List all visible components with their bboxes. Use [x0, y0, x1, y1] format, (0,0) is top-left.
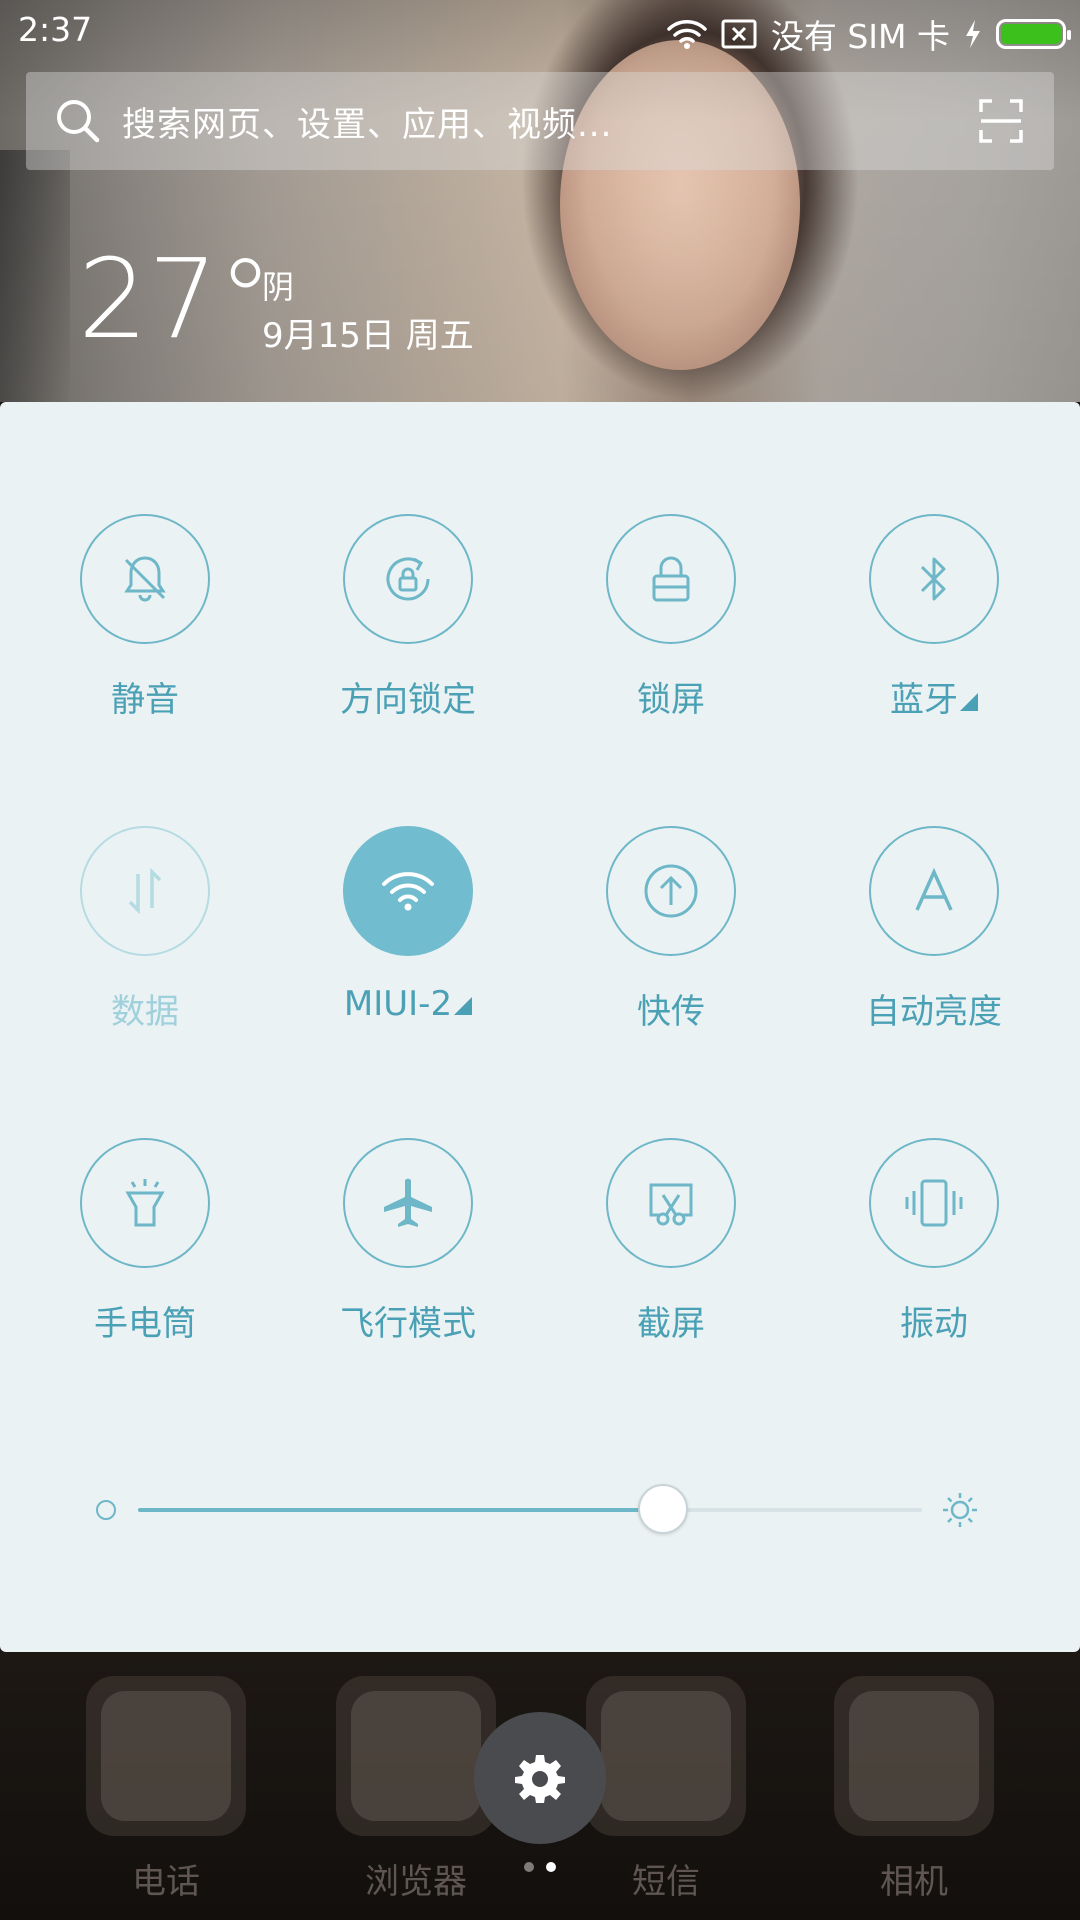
app-label: 短信 — [632, 1862, 700, 1902]
camera-icon — [849, 1691, 979, 1821]
search-icon — [52, 95, 104, 147]
app-label: 浏览器 — [365, 1862, 467, 1902]
brightness-track[interactable] — [138, 1484, 922, 1534]
status-time: 2:37 — [18, 10, 93, 49]
tile-label: 数据 — [111, 992, 179, 1032]
screenshot-icon — [643, 1175, 699, 1231]
rotation-lock-icon — [380, 551, 436, 607]
brightness-high-icon — [940, 1490, 980, 1530]
app-phone[interactable] — [86, 1676, 246, 1836]
tile-mobile-data[interactable]: 数据 — [45, 826, 245, 1033]
scan-icon[interactable] — [978, 98, 1024, 144]
weather-date: 9月15日 周五 — [262, 316, 474, 356]
tile-label: 方向锁定 — [340, 680, 476, 720]
brightness-fill — [138, 1508, 664, 1512]
tile-silent[interactable]: 静音 — [45, 514, 245, 721]
tile-screenshot[interactable]: 截屏 — [571, 1138, 771, 1345]
brightness-thumb[interactable] — [638, 1484, 689, 1534]
gear-icon — [514, 1752, 566, 1804]
tile-auto-brightness[interactable]: 自动亮度 — [834, 826, 1034, 1033]
search-bar[interactable]: 搜索网页、设置、应用、视频... — [26, 72, 1054, 170]
brightness-low-icon — [96, 1500, 116, 1520]
tile-label: 静音 — [111, 680, 179, 720]
weather-condition: 阴 — [262, 268, 295, 306]
expand-indicator-icon — [960, 693, 978, 711]
quick-settings-panel: 静音 方向锁定 锁屏 蓝牙 数据 MIUI-2 快传 自动亮度 手电筒 飞行模式… — [0, 402, 1080, 1652]
tile-label: MIUI-2 — [343, 984, 453, 1024]
wifi-icon — [380, 869, 436, 913]
page-indicator — [524, 1862, 556, 1872]
tile-quick-transfer[interactable]: 快传 — [571, 826, 771, 1033]
battery-icon — [996, 19, 1071, 49]
tile-label: 蓝牙 — [890, 680, 958, 720]
status-bar: 2:37 没有 SIM 卡 — [0, 0, 1080, 60]
page-dot — [524, 1862, 534, 1872]
tile-label: 快传 — [637, 992, 705, 1032]
tile-wifi[interactable]: MIUI-2 — [308, 826, 508, 1024]
brightness-slider[interactable] — [96, 1484, 980, 1534]
quick-transfer-icon — [641, 861, 701, 921]
app-messages[interactable] — [586, 1676, 746, 1836]
carrier-text: 没有 SIM 卡 — [770, 17, 950, 56]
tile-label: 手电筒 — [94, 1304, 196, 1344]
settings-button[interactable] — [474, 1712, 606, 1844]
flashlight-icon — [120, 1175, 170, 1231]
page-dot — [546, 1862, 556, 1872]
app-label: 相机 — [880, 1862, 948, 1902]
phone-icon — [101, 1691, 231, 1821]
vibrate-icon — [901, 1177, 967, 1229]
tile-vibrate[interactable]: 振动 — [834, 1138, 1034, 1345]
auto-brightness-icon — [909, 866, 959, 916]
tile-label: 飞行模式 — [340, 1304, 476, 1344]
expand-indicator-icon — [454, 997, 473, 1015]
tile-label: 振动 — [900, 1304, 968, 1344]
app-browser[interactable] — [336, 1676, 496, 1836]
app-label: 电话 — [132, 1862, 200, 1902]
lock-icon — [646, 552, 696, 606]
bluetooth-icon — [914, 551, 954, 607]
no-sim-icon — [721, 19, 757, 49]
tile-bluetooth[interactable]: 蓝牙 — [834, 514, 1034, 721]
mobile-data-icon — [122, 866, 168, 916]
weather-temperature[interactable]: 27° — [78, 235, 273, 363]
tile-flashlight[interactable]: 手电筒 — [45, 1138, 245, 1345]
messages-icon — [601, 1691, 731, 1821]
tile-rotation-lock[interactable]: 方向锁定 — [308, 514, 508, 721]
app-camera[interactable] — [834, 1676, 994, 1836]
airplane-icon — [380, 1175, 436, 1231]
search-input[interactable]: 搜索网页、设置、应用、视频... — [122, 97, 612, 146]
wifi-status-icon — [667, 18, 707, 50]
tile-label: 锁屏 — [637, 680, 705, 720]
bell-off-icon — [118, 552, 172, 606]
charging-icon — [964, 19, 982, 49]
browser-icon — [351, 1691, 481, 1821]
tile-label: 截屏 — [637, 1304, 705, 1344]
tile-label: 自动亮度 — [866, 992, 1002, 1032]
tile-lock-screen[interactable]: 锁屏 — [571, 514, 771, 721]
tile-airplane-mode[interactable]: 飞行模式 — [308, 1138, 508, 1345]
